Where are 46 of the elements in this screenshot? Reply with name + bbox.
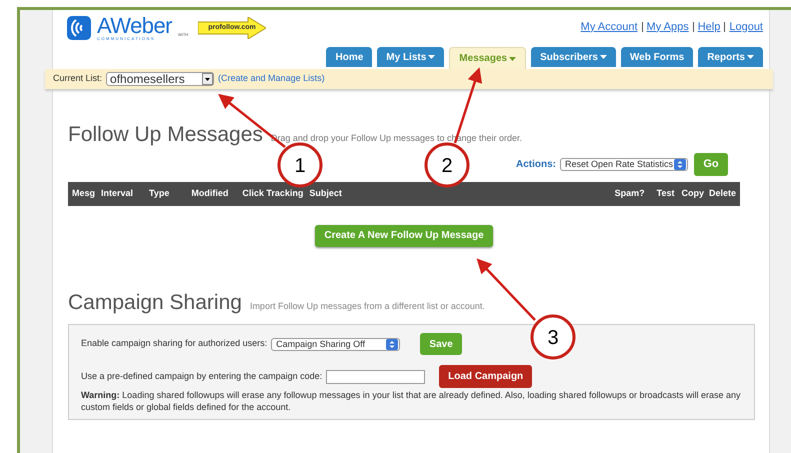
column-header: Click Tracking [242,186,304,200]
annotation-number: 2 [441,155,453,177]
column-header: Type [149,186,170,200]
top-link[interactable]: My Apps [646,18,689,36]
enable-label: Enable campaign sharing for authorized users: [81,337,268,350]
code-label: Use a pre-defined campaign by entering the campaign code: [81,370,322,383]
annotation-circle [424,142,470,188]
annotation-number: 1 [294,155,306,177]
column-header: Test [656,186,674,200]
column-header: Copy [681,186,704,200]
top-link[interactable]: My Account [580,18,638,36]
column-header: Subject [309,186,342,200]
column-header: Delete [708,186,736,200]
logo-icon [67,16,91,40]
annotation-number: 3 [547,327,559,349]
manage-lists-link[interactable]: (Create and Manage Lists) [218,72,325,86]
actions-label: Actions: [516,158,556,172]
campaign-code-field[interactable] [326,370,426,384]
stepper-icon [674,158,686,170]
brand-name: AWeber [97,15,172,37]
create-message-button[interactable]: Create A New Follow Up Message [315,224,493,246]
nav-tab[interactable]: Subscribers [531,47,616,67]
column-header: Interval [101,186,134,200]
nav-tab[interactable]: My Lists [377,47,444,67]
annotation-circle [278,142,322,188]
section-title: Follow Up Messages [68,122,263,148]
top-link[interactable]: Help [698,18,720,36]
nav-tab[interactable]: Reports [698,47,763,67]
column-header: Modified [191,186,228,200]
section-title: Campaign Sharing [68,290,242,316]
nav-tab[interactable]: Home [326,47,372,67]
sharing-select[interactable]: Campaign Sharing Off [271,338,400,350]
stepper-icon [386,338,398,350]
load-campaign-button[interactable]: Load Campaign [439,365,532,388]
save-button[interactable]: Save [420,333,462,355]
list-select[interactable]: ofhomesellers [106,72,214,86]
current-list-label: Current List: [53,72,102,86]
top-link[interactable]: Logout [729,18,763,36]
nav-tab[interactable]: Messages [449,47,526,69]
go-button[interactable]: Go [694,152,728,176]
warning-text: Warning: Loading shared followups will erase any followup messages in your list that are already defined. Also, loading shared followups or broadcasts will erase any custom fields or global fields defined for the account. [81,389,742,413]
column-header: Spam? [614,186,645,200]
section-subtitle: Import Follow Up messages from a different list or account. [250,300,485,313]
nav-tab[interactable]: Web Forms [620,47,694,67]
actions-select[interactable]: Reset Open Rate Statistics [560,158,688,170]
column-header: Mesg [72,186,96,200]
